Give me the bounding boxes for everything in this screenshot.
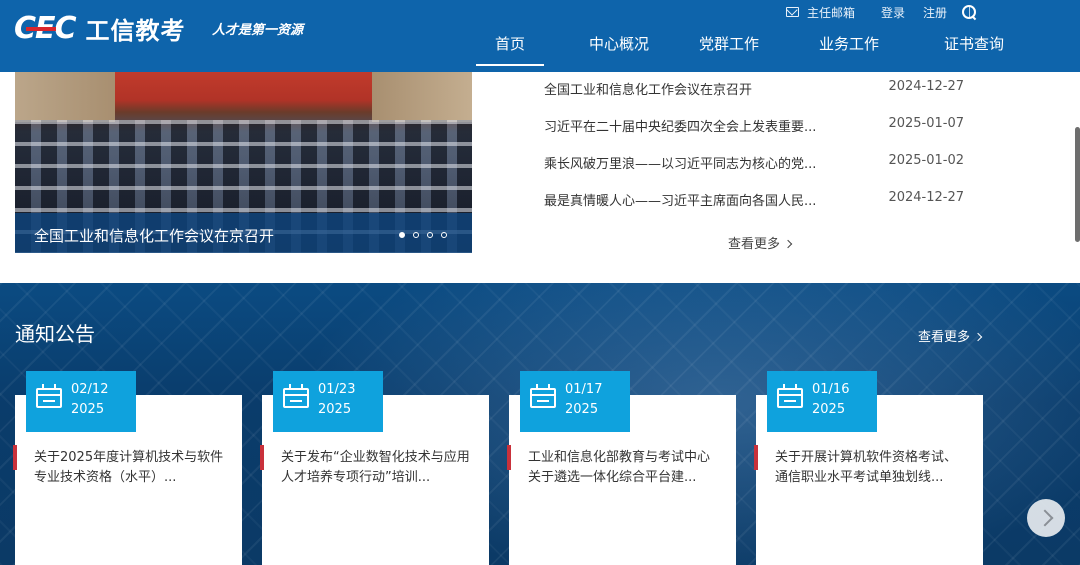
notice-card[interactable]: 01/17 2025 工业和信息化部教育与考试中心 关于遴选一体化综合平台建..… bbox=[507, 371, 736, 565]
date-year: 2025 bbox=[565, 402, 599, 417]
notice-card[interactable]: 02/12 2025 关于2025年度计算机技术与软件 专业技术资格（水平）..… bbox=[13, 371, 242, 565]
carousel-caption[interactable]: 全国工业和信息化工作会议在京召开 bbox=[34, 225, 274, 246]
next-arrow-button[interactable] bbox=[1027, 499, 1065, 537]
notice-text[interactable]: 工业和信息化部教育与考试中心 关于遴选一体化综合平台建... bbox=[528, 448, 728, 488]
nav-party-work[interactable]: 党群工作 bbox=[694, 34, 764, 66]
news-item[interactable]: 最是真情暖人心——习近平主席面向各国人民... 2024-12-27 bbox=[544, 190, 964, 210]
news-title[interactable]: 乘长风破万里浪——以习近平同志为核心的党... bbox=[544, 153, 816, 172]
nav-business-work[interactable]: 业务工作 bbox=[764, 34, 934, 66]
news-title[interactable]: 全国工业和信息化工作会议在京召开 bbox=[544, 79, 752, 98]
date-badge: 02/12 2025 bbox=[26, 371, 136, 432]
news-title[interactable]: 习近平在二十届中央纪委四次全会上发表重要... bbox=[544, 116, 816, 135]
accent-bar bbox=[13, 445, 17, 470]
nav-center-overview[interactable]: 中心概况 bbox=[544, 34, 694, 66]
carousel-dot[interactable] bbox=[413, 232, 419, 238]
slogan: 人才是第一资源 bbox=[212, 23, 304, 38]
notice-text[interactable]: 关于2025年度计算机技术与软件 专业技术资格（水平）... bbox=[34, 448, 234, 488]
notice-title: 通知公告 bbox=[15, 322, 95, 346]
calendar-icon bbox=[283, 384, 309, 408]
date-badge: 01/17 2025 bbox=[520, 371, 630, 432]
notice-card[interactable]: 01/16 2025 关于开展计算机软件资格考试、 通信职业水平考试单独划线..… bbox=[754, 371, 983, 565]
site-header: CEC 工信教考 人才是第一资源 主任邮箱 登录 注册 首页 中心概况 党群工作… bbox=[0, 0, 1080, 72]
notice-text[interactable]: 关于开展计算机软件资格考试、 通信职业水平考试单独划线... bbox=[775, 448, 975, 488]
news-date: 2024-12-27 bbox=[888, 79, 964, 94]
calendar-icon bbox=[530, 384, 556, 408]
accent-bar bbox=[754, 445, 758, 470]
photo-wall-right bbox=[372, 72, 472, 122]
date-month-day: 01/17 bbox=[565, 382, 603, 397]
logo-mark: CEC bbox=[14, 10, 77, 46]
calendar-icon bbox=[36, 384, 62, 408]
news-item[interactable]: 全国工业和信息化工作会议在京召开 2024-12-27 bbox=[544, 79, 964, 99]
notice-text[interactable]: 关于发布“企业数智化技术与应用 人才培养专项行动”培训... bbox=[281, 448, 481, 488]
carousel-dots bbox=[399, 232, 447, 238]
mail-icon bbox=[785, 7, 799, 17]
notice-section: 通知公告 查看更多 02/12 2025 关于2025年度计算机技术与软件 专业… bbox=[0, 283, 1080, 565]
site-logo[interactable]: CEC 工信教考 bbox=[14, 10, 186, 46]
notice-card[interactable]: 01/23 2025 关于发布“企业数智化技术与应用 人才培养专项行动”培训..… bbox=[260, 371, 489, 565]
nav-home[interactable]: 首页 bbox=[476, 34, 544, 66]
news-carousel[interactable]: 全国工业和信息化工作会议在京召开 bbox=[15, 72, 472, 253]
main-nav: 首页 中心概况 党群工作 业务工作 证书查询 bbox=[476, 34, 1014, 66]
date-month-day: 01/16 bbox=[812, 382, 850, 397]
news-item[interactable]: 习近平在二十届中央纪委四次全会上发表重要... 2025-01-07 bbox=[544, 116, 964, 136]
chevron-right-icon bbox=[973, 332, 983, 342]
news-date: 2024-12-27 bbox=[888, 190, 964, 205]
login-link[interactable]: 登录 bbox=[881, 4, 905, 21]
calendar-icon bbox=[777, 384, 803, 408]
photo-wall-left bbox=[15, 72, 115, 122]
notice-more-link[interactable]: 查看更多 bbox=[918, 326, 983, 345]
news-date: 2025-01-07 bbox=[888, 116, 964, 131]
chevron-right-icon bbox=[783, 239, 793, 249]
news-date: 2025-01-02 bbox=[888, 153, 964, 168]
date-badge: 01/16 2025 bbox=[767, 371, 877, 432]
carousel-dot[interactable] bbox=[427, 232, 433, 238]
date-badge: 01/23 2025 bbox=[273, 371, 383, 432]
mailbox-link[interactable]: 主任邮箱 bbox=[807, 4, 855, 21]
date-year: 2025 bbox=[71, 402, 105, 417]
news-item[interactable]: 乘长风破万里浪——以习近平同志为核心的党... 2025-01-02 bbox=[544, 153, 964, 173]
date-year: 2025 bbox=[812, 402, 846, 417]
top-links: 主任邮箱 登录 注册 bbox=[785, 4, 980, 21]
page-scrollbar[interactable] bbox=[1075, 127, 1080, 242]
register-link[interactable]: 注册 bbox=[923, 4, 947, 21]
news-more-link[interactable]: 查看更多 bbox=[728, 233, 793, 252]
logo-red-bar bbox=[26, 26, 56, 31]
accent-bar bbox=[507, 445, 511, 470]
nav-certificate-query[interactable]: 证书查询 bbox=[934, 34, 1014, 66]
accent-bar bbox=[260, 445, 264, 470]
news-title[interactable]: 最是真情暖人心——习近平主席面向各国人民... bbox=[544, 190, 816, 209]
search-icon[interactable] bbox=[962, 5, 976, 19]
carousel-dot[interactable] bbox=[399, 232, 405, 238]
date-month-day: 01/23 bbox=[318, 382, 356, 397]
carousel-dot[interactable] bbox=[441, 232, 447, 238]
logo-name: 工信教考 bbox=[85, 16, 186, 45]
date-month-day: 02/12 bbox=[71, 382, 109, 397]
date-year: 2025 bbox=[318, 402, 352, 417]
